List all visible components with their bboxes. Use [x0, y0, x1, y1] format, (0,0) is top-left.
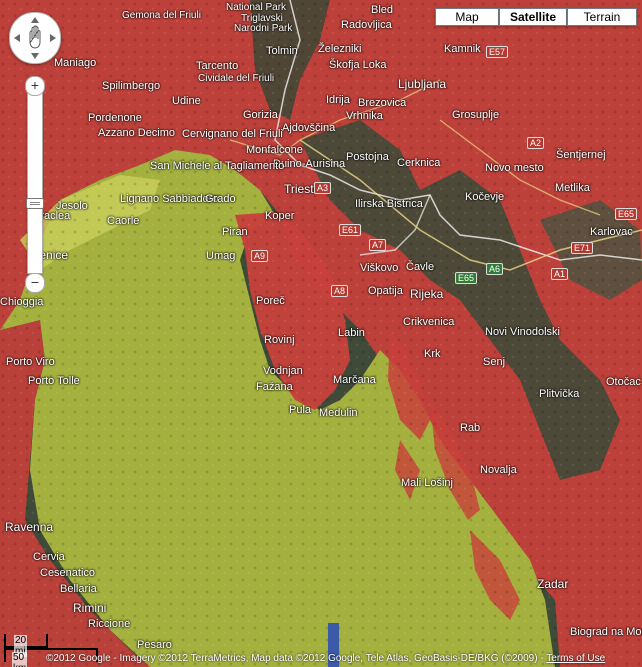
attribution: ©2012 Google - Imagery ©2012 TerraMetric… — [46, 653, 605, 664]
route-shield: A2 — [527, 137, 545, 149]
route-shield: E57 — [486, 46, 509, 58]
zoom-slider-handle[interactable] — [26, 198, 44, 209]
route-shield: A9 — [251, 250, 269, 262]
route-shield: A6 — [486, 263, 504, 275]
pan-control[interactable] — [9, 12, 61, 64]
zoom-in-button[interactable]: + — [25, 76, 45, 96]
map-type-map-button[interactable]: Map — [435, 8, 499, 26]
map-type-satellite-button[interactable]: Satellite — [499, 8, 567, 26]
pan-arrows-icon — [14, 17, 56, 59]
route-shield: E61 — [339, 224, 362, 236]
route-shield: E71 — [571, 242, 594, 254]
map-type-control: Map Satellite Terrain — [435, 8, 637, 26]
terms-of-use-link[interactable]: Terms of Use — [546, 653, 605, 664]
zoom-out-button[interactable]: − — [25, 273, 45, 293]
zoom-slider-track[interactable] — [27, 92, 43, 274]
map-canvas[interactable]: National Park Gemona del Friuli Triglavs… — [0, 0, 642, 667]
route-shield: A1 — [551, 268, 569, 280]
scale-km-label: 50 km — [12, 652, 28, 667]
route-shield: E65 — [455, 272, 478, 284]
attribution-text: ©2012 Google - Imagery ©2012 TerraMetric… — [46, 653, 547, 664]
satellite-imagery — [0, 0, 642, 667]
route-shield: A3 — [314, 182, 332, 194]
route-shield: A7 — [369, 239, 387, 251]
map-type-terrain-button[interactable]: Terrain — [567, 8, 637, 26]
route-shield: E65 — [615, 208, 638, 220]
route-shield: A8 — [331, 285, 349, 297]
